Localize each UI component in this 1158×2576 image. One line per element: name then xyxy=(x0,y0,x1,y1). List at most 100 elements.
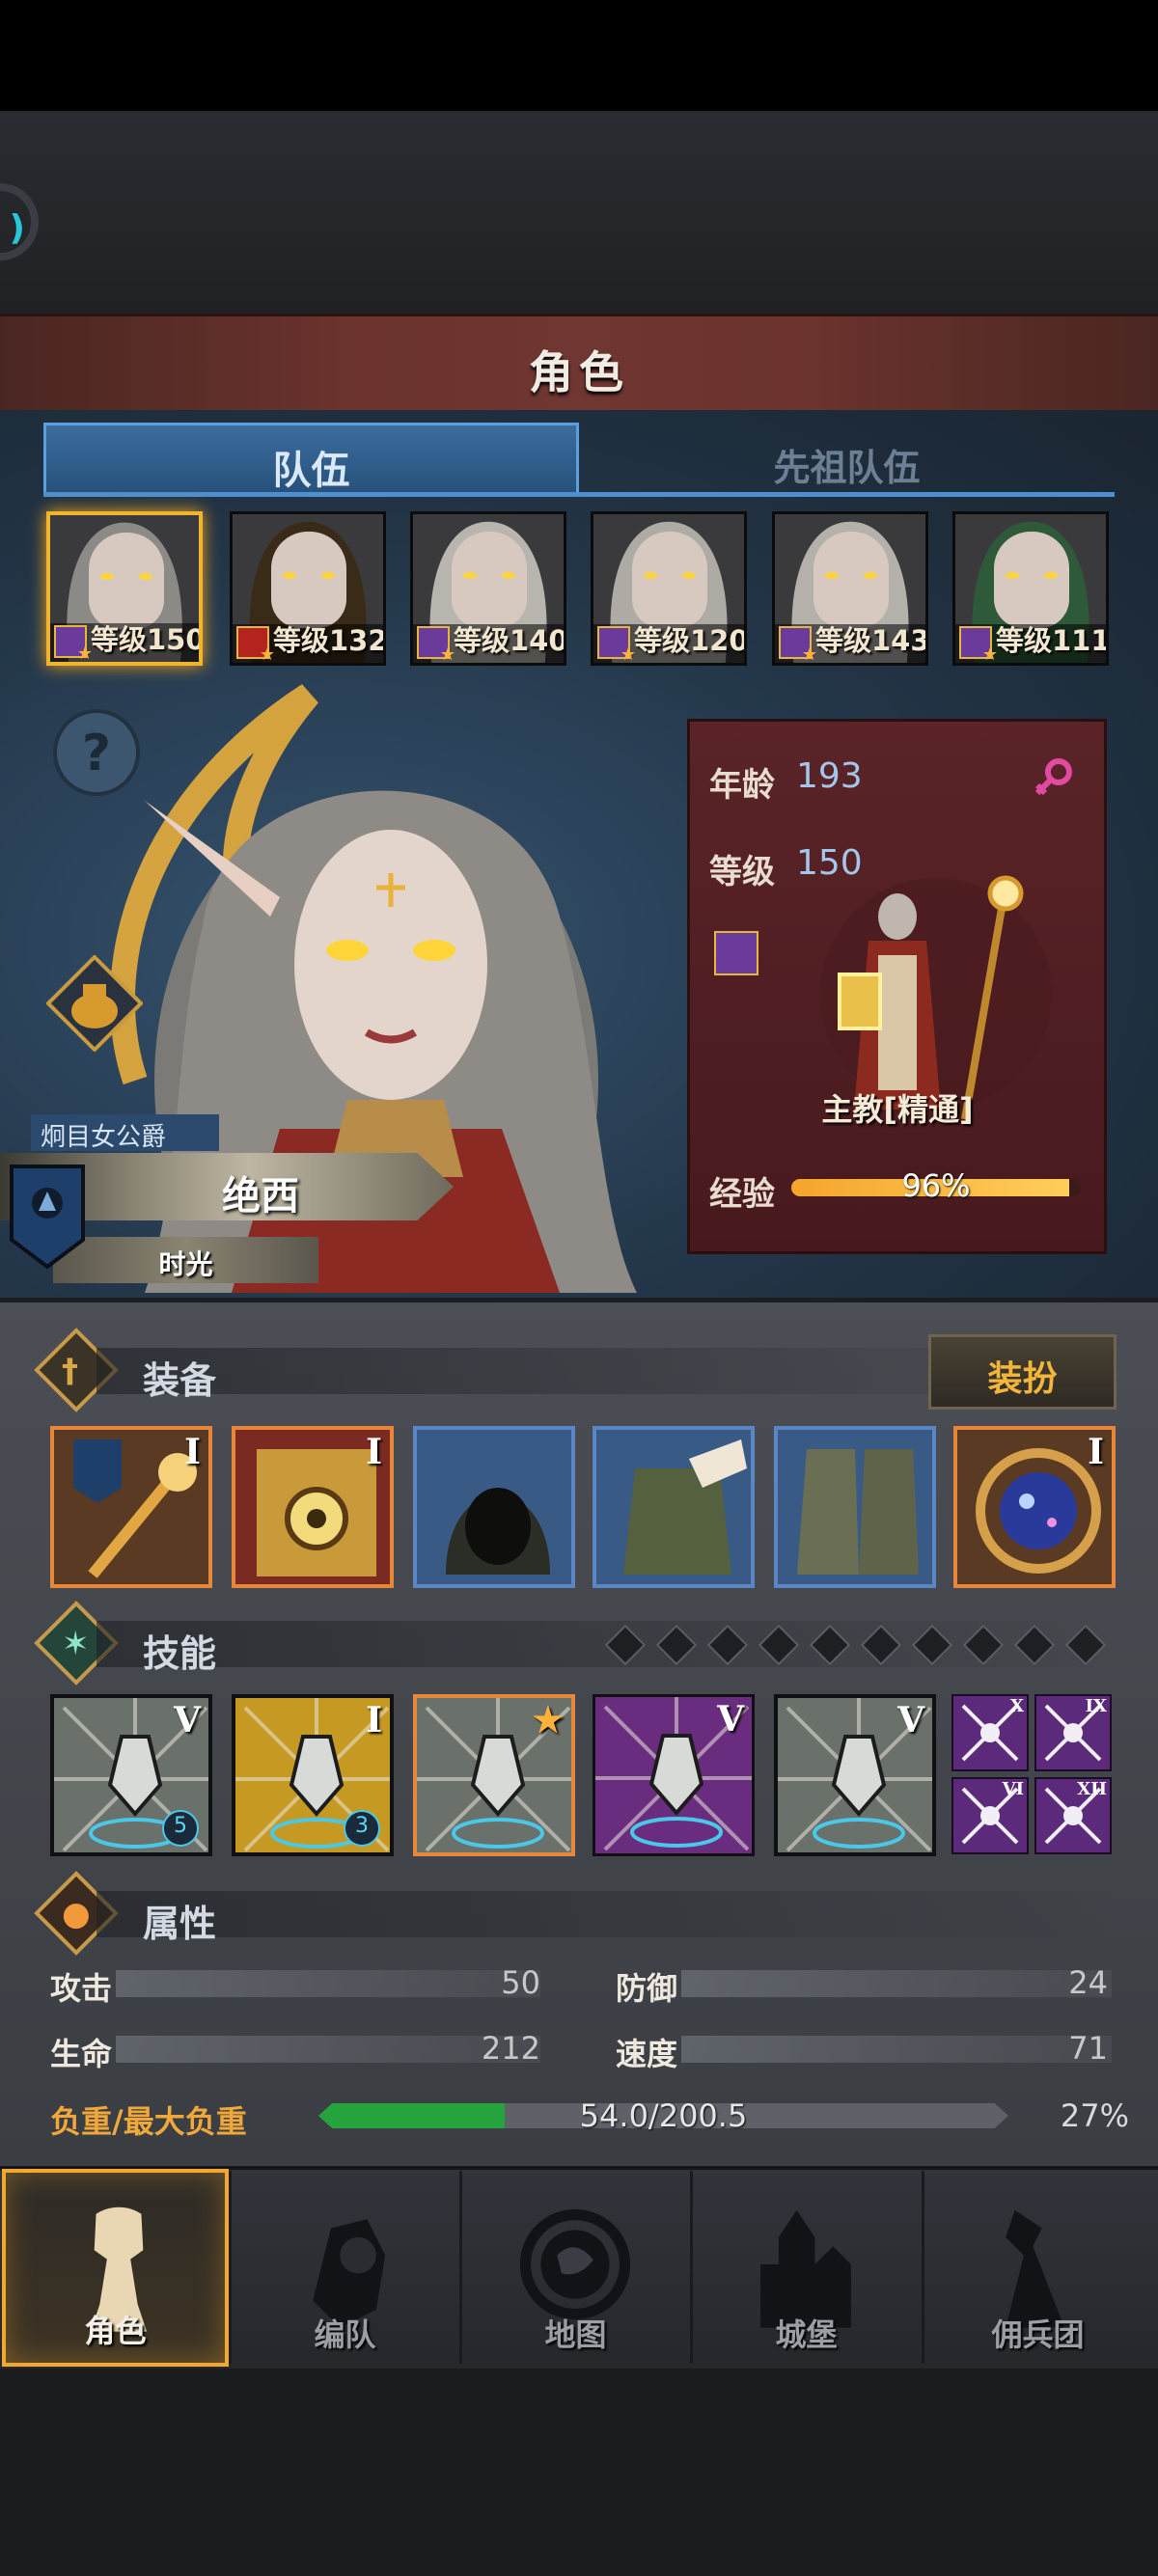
nav-item-1[interactable]: 角色 xyxy=(2,2169,229,2367)
skill-level-badge: 3 xyxy=(344,1810,380,1847)
passive-skill-3[interactable]: VI xyxy=(951,1777,1029,1854)
equipment-rank: I xyxy=(1088,1432,1104,1472)
nav-label: 城堡 xyxy=(775,2316,838,2353)
equipment-slot-tome[interactable]: I xyxy=(232,1426,394,1588)
member-class-icon xyxy=(417,626,455,663)
page-title: 角色 xyxy=(529,346,629,398)
member-face xyxy=(994,532,1069,628)
potion-pot-icon[interactable] xyxy=(46,955,143,1052)
status-bar-area xyxy=(0,0,1158,111)
nav-item-5[interactable]: 佣兵团 xyxy=(924,2169,1151,2367)
nav-separator xyxy=(459,2171,462,2364)
age-value: 193 xyxy=(796,756,863,796)
party-member-5[interactable]: 等级143 xyxy=(772,511,928,666)
skill-rank: ★ xyxy=(532,1700,564,1740)
member-class-icon xyxy=(236,626,275,663)
member-face xyxy=(632,532,707,628)
skill-2[interactable]: I3 xyxy=(232,1694,394,1856)
equipment-label: 装备 xyxy=(143,1359,217,1402)
nav-label: 角色 xyxy=(84,2313,147,2349)
tab-underline xyxy=(43,492,1115,497)
age-label: 年龄 xyxy=(709,766,775,805)
hero-subplate: 时光 xyxy=(53,1237,318,1283)
hp-label: 生命 xyxy=(50,2036,113,2072)
passive-skill-1[interactable]: X xyxy=(951,1694,1029,1771)
nav-separator xyxy=(690,2171,693,2364)
tab-ancestor-label: 先祖队伍 xyxy=(773,447,921,489)
skill-rank: I xyxy=(366,1700,382,1740)
member-eyes xyxy=(1006,572,1058,580)
party-member-2[interactable]: 等级132 xyxy=(230,511,386,666)
nav-item-2[interactable]: 编队 xyxy=(232,2169,458,2367)
attack-value: 50 xyxy=(501,1964,540,2001)
tunic-icon xyxy=(596,1430,751,1584)
speed-label: 速度 xyxy=(616,2036,678,2072)
member-eyes xyxy=(100,573,152,581)
party-member-1[interactable]: 等级150 xyxy=(46,511,203,666)
party-member-4[interactable]: 等级120 xyxy=(591,511,747,666)
member-face xyxy=(271,532,346,628)
boots-icon xyxy=(778,1430,932,1584)
tab-team[interactable]: 队伍 xyxy=(43,423,579,495)
skill-5[interactable]: V xyxy=(774,1694,936,1856)
passive-skill-rank: VI xyxy=(1002,1779,1024,1799)
bottom-area xyxy=(0,2369,1158,2576)
passive-skill-rank: IX xyxy=(1085,1696,1107,1716)
equipment-rank: I xyxy=(184,1432,201,1472)
hood-icon xyxy=(417,1430,571,1584)
outfit-button[interactable]: 装扮 xyxy=(928,1334,1117,1410)
help-icon: ? xyxy=(81,725,112,782)
party-member-6[interactable]: 等级111 xyxy=(952,511,1109,666)
nav-item-4[interactable]: 城堡 xyxy=(693,2169,920,2367)
level-label: 等级 xyxy=(709,853,775,891)
equipment-slot-tunic[interactable] xyxy=(593,1426,755,1588)
attack-label: 攻击 xyxy=(50,1970,113,2007)
defense-value: 24 xyxy=(1068,1964,1108,2001)
guild-banner-icon xyxy=(10,1165,85,1270)
skill-rank: V xyxy=(717,1699,744,1740)
member-level: 等级143 xyxy=(815,624,928,657)
equipment-slot-staff[interactable]: I xyxy=(50,1426,212,1588)
member-level: 等级120 xyxy=(634,624,747,657)
nav-label: 编队 xyxy=(314,2316,376,2353)
tab-ancestor-team[interactable]: 先祖队伍 xyxy=(579,423,1115,495)
member-level: 等级140 xyxy=(454,624,566,657)
member-face xyxy=(89,533,164,629)
passive-skill-rank: XII xyxy=(1077,1779,1107,1799)
female-icon xyxy=(1034,758,1072,796)
equipment-slot-hood[interactable] xyxy=(413,1426,575,1588)
defense-label: 防御 xyxy=(616,1970,678,2007)
member-level: 等级111 xyxy=(996,624,1109,657)
hero-title: 炯目女公爵 xyxy=(41,1123,167,1152)
speed-value: 71 xyxy=(1068,2030,1108,2067)
member-eyes xyxy=(463,572,515,580)
party-member-3[interactable]: 等级140 xyxy=(410,511,566,666)
skills-header: ✶ 技能 xyxy=(34,1601,1119,1686)
exp-label: 经验 xyxy=(709,1175,775,1214)
hp-value: 212 xyxy=(481,2030,540,2067)
exp-value: 96% xyxy=(901,1167,971,1204)
skill-1[interactable]: V5 xyxy=(50,1694,212,1856)
equipment-slot-astral-orb[interactable]: I xyxy=(953,1426,1116,1588)
load-value: 54.0/200.5 xyxy=(579,2097,748,2134)
nav-item-3[interactable]: 地图 xyxy=(462,2169,689,2367)
job-name: 主教[精通] xyxy=(821,1091,974,1128)
skill-rank: V xyxy=(174,1700,201,1740)
top-strip xyxy=(0,111,1158,314)
skill-3[interactable]: ★ xyxy=(413,1694,575,1856)
member-class-icon xyxy=(54,625,93,662)
skill-4[interactable]: V xyxy=(593,1694,755,1856)
hero-subtitle: 时光 xyxy=(158,1248,213,1280)
attributes-label: 属性 xyxy=(143,1903,217,1945)
passive-skill-4[interactable]: XII xyxy=(1034,1777,1112,1854)
member-eyes xyxy=(825,572,877,580)
tab-team-label: 队伍 xyxy=(272,449,350,493)
member-class-icon xyxy=(779,626,817,663)
nav-separator xyxy=(229,2171,232,2364)
passive-skill-2[interactable]: IX xyxy=(1034,1694,1112,1771)
nav-label: 地图 xyxy=(544,2316,607,2353)
equipment-slot-boots[interactable] xyxy=(774,1426,936,1588)
load-percent: 27% xyxy=(1060,2097,1129,2134)
help-button[interactable]: ? xyxy=(53,709,140,796)
skill-rank: V xyxy=(897,1700,924,1740)
